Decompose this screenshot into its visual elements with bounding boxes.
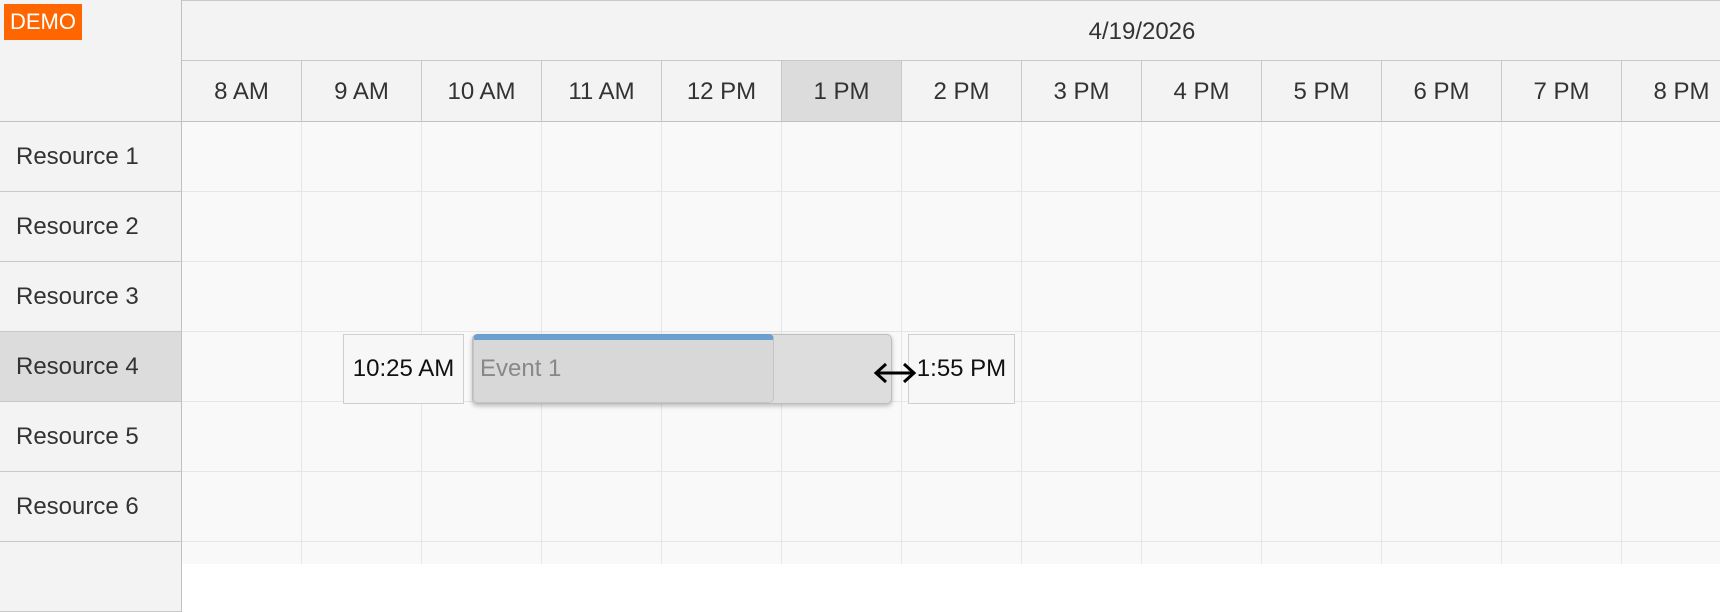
hour-header-cell: 11 AM — [542, 61, 662, 122]
hour-header-cell: 3 PM — [1022, 61, 1142, 122]
grid-row-line — [182, 331, 1720, 332]
hour-header-cell: 5 PM — [1262, 61, 1382, 122]
hour-header-cell: 8 PM — [1622, 61, 1720, 122]
event-text: Event 1 — [480, 355, 562, 382]
grid-column-line — [1381, 122, 1382, 564]
resize-horizontal-icon[interactable] — [872, 360, 918, 386]
hour-header-cell: 10 AM — [422, 61, 542, 122]
resource-row-header: Resource 1 — [0, 122, 182, 192]
demo-badge: DEMO — [4, 4, 82, 40]
hour-header-cell: 2 PM — [902, 61, 1022, 122]
hour-header-cell: 1 PM — [782, 61, 902, 122]
grid-row-line — [182, 261, 1720, 262]
resource-row-header: Resource 5 — [0, 402, 182, 472]
grid-row-line — [182, 541, 1720, 542]
event-start-tooltip: 10:25 AM — [343, 334, 464, 404]
event-item[interactable]: Event 1 — [473, 334, 774, 403]
resource-row-header: Resource 4 — [0, 332, 182, 402]
resource-row-header: Resource 3 — [0, 262, 182, 332]
grid-row-line — [182, 191, 1720, 192]
event-end-tooltip: 1:55 PM — [908, 334, 1015, 404]
scheduler: DEMO 4/19/2026 8 AM 9 AM 10 AM 11 AM 12 PM 1 … — [0, 0, 1720, 612]
hour-header-cell: 6 PM — [1382, 61, 1502, 122]
grid-column-line — [301, 122, 302, 564]
grid-column-line — [1141, 122, 1142, 564]
date-header: 4/19/2026 — [182, 0, 1720, 61]
hour-header-cell: 9 AM — [302, 61, 422, 122]
hour-header-cell: 4 PM — [1142, 61, 1262, 122]
resource-row-header: Resource 6 — [0, 472, 182, 542]
grid-row-line — [182, 471, 1720, 472]
hour-header-cell: 8 AM — [182, 61, 302, 122]
hour-header-cell: 7 PM — [1502, 61, 1622, 122]
scheduler-corner: DEMO — [0, 0, 182, 122]
hour-header-row: 8 AM 9 AM 10 AM 11 AM 12 PM 1 PM 2 PM 3 PM 4 PM 5… — [182, 61, 1720, 122]
grid-column-line — [1501, 122, 1502, 564]
date-label: 4/19/2026 — [1088, 18, 1196, 45]
grid-column-line — [1621, 122, 1622, 564]
grid-column-line — [901, 122, 902, 564]
resource-row-header-partial — [0, 542, 182, 612]
grid-column-line — [1261, 122, 1262, 564]
grid-column-line — [1021, 122, 1022, 564]
resource-row-header: Resource 2 — [0, 192, 182, 262]
hour-header-cell: 12 PM — [662, 61, 782, 122]
